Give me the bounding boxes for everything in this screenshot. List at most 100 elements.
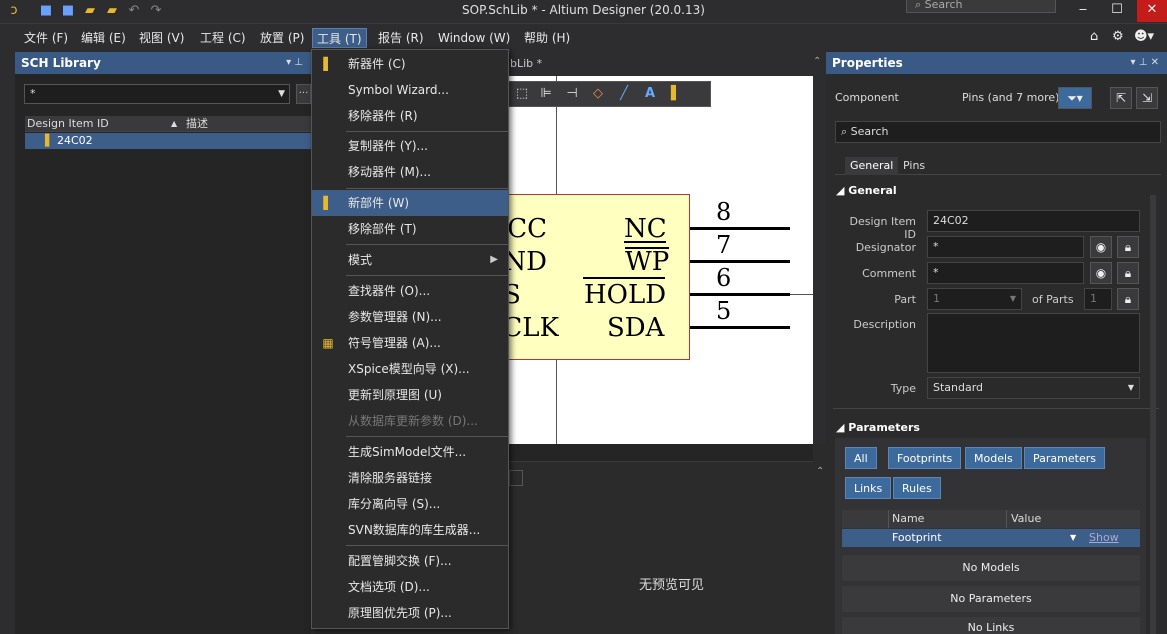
menu-parameter-manager[interactable]: 参数管理器 (N)... bbox=[312, 304, 508, 330]
menu-svn-db-generator[interactable]: SVN数据库的库生成器... bbox=[312, 517, 508, 543]
tab-general[interactable]: General bbox=[845, 157, 899, 175]
panel-menu-icon[interactable]: ▾ ⊥ ✕ bbox=[1131, 52, 1159, 74]
lock-icon[interactable]: 🔒︎ bbox=[1117, 236, 1139, 258]
nc-underline bbox=[624, 241, 666, 243]
global-search[interactable]: ⌕ Search bbox=[906, 0, 1056, 13]
filter-footprints-button[interactable]: Footprints bbox=[888, 447, 962, 469]
general-section-header[interactable]: ◢ General bbox=[836, 184, 897, 197]
line-icon[interactable]: ╱ bbox=[616, 86, 632, 102]
properties-title: Properties bbox=[832, 56, 903, 70]
minimize-button[interactable]: ‒ bbox=[1068, 0, 1098, 22]
design-item-id-field[interactable]: 24C02 bbox=[927, 210, 1140, 232]
menu-remove-component[interactable]: 移除器件 (R) bbox=[312, 103, 508, 129]
menu-xspice-wizard[interactable]: XSpice模型向导 (X)... bbox=[312, 356, 508, 382]
lock-icon[interactable]: 🔒︎ bbox=[1117, 288, 1139, 310]
menu-remove-part[interactable]: 移除部件 (T) bbox=[312, 216, 508, 242]
shape-icon[interactable]: ◇ bbox=[590, 86, 606, 102]
menu-view[interactable]: 视图 (V) bbox=[135, 28, 188, 48]
menu-find-component[interactable]: 查找器件 (O)... bbox=[312, 278, 508, 304]
no-parameters-message: No Parameters bbox=[842, 586, 1140, 612]
collapse-icon[interactable]: ⌃ bbox=[813, 52, 821, 72]
close-button[interactable]: ✕ bbox=[1137, 0, 1167, 22]
menu-copy-component[interactable]: 复制器件 (Y)... bbox=[312, 133, 508, 159]
select-icon[interactable]: ⬚ bbox=[514, 86, 530, 102]
properties-scrollbar[interactable] bbox=[1150, 195, 1156, 634]
library-filter-input[interactable]: * ▼ bbox=[24, 84, 290, 104]
filter-all-button[interactable]: All bbox=[845, 447, 877, 469]
parameters-section-header[interactable]: ◢ Parameters bbox=[836, 421, 920, 434]
lock-icon[interactable]: 🔒︎ bbox=[1117, 262, 1139, 284]
menu-document-options[interactable]: 文档选项 (D)... bbox=[312, 574, 508, 600]
tab-document[interactable]: bLib * bbox=[510, 54, 542, 74]
parameters-grid-row[interactable]: Footprint ▼ Show bbox=[842, 529, 1140, 547]
align-icon[interactable]: ⊫ bbox=[538, 86, 554, 102]
menu-new-part[interactable]: ▌ 新部件 (W) bbox=[312, 190, 508, 216]
filter-models-button[interactable]: Models bbox=[965, 447, 1022, 469]
part-select[interactable]: 1 ▼ bbox=[927, 288, 1022, 310]
col-design-item-id[interactable]: Design Item ID bbox=[27, 116, 109, 132]
filter-icon[interactable]: ⏷▾ bbox=[1058, 87, 1092, 109]
eye-icon[interactable]: ◉ bbox=[1090, 236, 1112, 258]
expand-icon[interactable]: ⌃ bbox=[816, 466, 824, 477]
menu-place[interactable]: 放置 (P) bbox=[256, 28, 308, 48]
filter-parameters-button[interactable]: Parameters bbox=[1024, 447, 1105, 469]
tab-pins[interactable]: Pins bbox=[899, 157, 929, 175]
menu-reports[interactable]: 报告 (R) bbox=[374, 28, 428, 48]
filter-more-button[interactable]: ... bbox=[296, 84, 311, 104]
panel-menu-icon[interactable]: ▾ ⊥ bbox=[286, 52, 303, 74]
home-icon[interactable]: ⌂ bbox=[1090, 28, 1098, 46]
cursor-icon[interactable]: ⇲ bbox=[1136, 87, 1158, 109]
search-icon: ⌕ bbox=[915, 0, 925, 11]
menu-symbol-manager[interactable]: ▦ 符号管理器 (A)... bbox=[312, 330, 508, 356]
gear-icon[interactable]: ⚙ bbox=[1112, 28, 1124, 46]
no-preview-text: 无预览可见 bbox=[639, 578, 705, 593]
menu-help[interactable]: 帮助 (H) bbox=[520, 28, 574, 48]
menu-file[interactable]: 文件 (F) bbox=[20, 28, 72, 48]
menu-update-schematic[interactable]: 更新到原理图 (U) bbox=[312, 382, 508, 408]
grid-divider bbox=[888, 510, 889, 528]
design-item-id-label: Design Item ID bbox=[849, 215, 916, 241]
menu-library-splitter[interactable]: 库分离向导 (S)... bbox=[312, 491, 508, 517]
col-value[interactable]: Value bbox=[1011, 511, 1041, 527]
col-description[interactable]: 描述 bbox=[186, 116, 208, 132]
properties-search[interactable]: ⌕ Search bbox=[835, 121, 1161, 143]
pin-line-6[interactable] bbox=[690, 293, 790, 296]
description-field[interactable] bbox=[927, 313, 1140, 373]
filter-links-button[interactable]: Links bbox=[845, 477, 892, 499]
type-select[interactable]: Standard ▼ bbox=[927, 377, 1140, 399]
menu-schematic-preferences[interactable]: 原理图优先项 (P)... bbox=[312, 600, 508, 626]
pin-left-name-3: CS bbox=[507, 282, 521, 308]
pin-tool-icon[interactable]: ⊣ bbox=[564, 86, 580, 102]
col-name[interactable]: Name bbox=[892, 511, 924, 527]
menu-new-component[interactable]: ▌ 新器件 (C) bbox=[312, 51, 508, 77]
filter-rules-button[interactable]: Rules bbox=[893, 477, 941, 499]
menu-edit[interactable]: 编辑 (E) bbox=[77, 28, 130, 48]
comment-field[interactable]: * bbox=[927, 262, 1084, 284]
menu-tools[interactable]: 工具 (T) bbox=[312, 28, 367, 48]
eye-icon[interactable]: ◉ bbox=[1090, 262, 1112, 284]
menu-move-component[interactable]: 移动器件 (M)... bbox=[312, 159, 508, 185]
show-link[interactable]: Show bbox=[1089, 529, 1119, 547]
chevron-down-icon[interactable]: ▼ bbox=[1070, 529, 1076, 547]
pin-line-7[interactable] bbox=[690, 260, 790, 263]
menu-clear-server-links[interactable]: 清除服务器链接 bbox=[312, 465, 508, 491]
chevron-right-icon: ▶ bbox=[490, 254, 498, 265]
maximize-button[interactable]: ☐ bbox=[1102, 0, 1132, 22]
designator-field[interactable]: * bbox=[927, 236, 1084, 258]
part-icon[interactable]: ▌ bbox=[668, 86, 684, 102]
pin-line-5[interactable] bbox=[690, 326, 790, 329]
menu-item-label: 从数据库更新参数 (D)... bbox=[348, 414, 478, 428]
menu-generate-simmodel[interactable]: 生成SimModel文件... bbox=[312, 439, 508, 465]
menu-mode[interactable]: 模式 ▶ bbox=[312, 247, 508, 273]
menu-item-label: 移除器件 (R) bbox=[348, 109, 418, 123]
menu-pin-swap[interactable]: 配置管脚交换 (F)... bbox=[312, 548, 508, 574]
library-row[interactable]: ▌ 24C02 bbox=[25, 133, 311, 149]
menu-project[interactable]: 工程 (C) bbox=[196, 28, 250, 48]
chevron-down-icon[interactable]: ▼ bbox=[278, 85, 285, 103]
menu-window[interactable]: Window (W) bbox=[434, 28, 514, 48]
select-tool-icon[interactable]: ⇱ bbox=[1110, 87, 1132, 109]
pin-line-8[interactable] bbox=[690, 227, 790, 230]
menu-symbol-wizard[interactable]: Symbol Wizard... bbox=[312, 77, 508, 103]
user-icon[interactable]: ☻▾ bbox=[1134, 28, 1154, 46]
text-icon[interactable]: A bbox=[642, 86, 658, 102]
